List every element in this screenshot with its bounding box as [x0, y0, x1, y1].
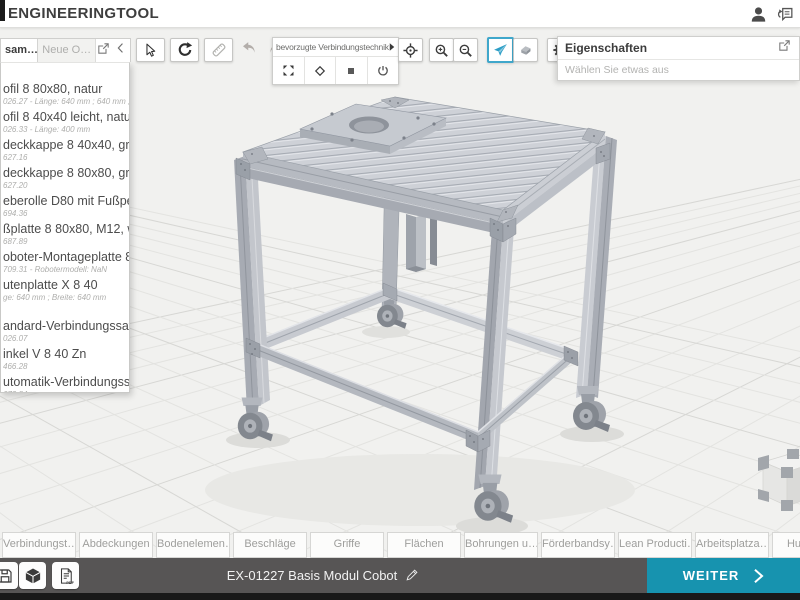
bottom-bar: PDF EX-01227 Basis Modul Cobot WEITER [0, 558, 800, 593]
parts-panel-tabs: sam… Neue O… [0, 38, 131, 62]
dropdown-caret-icon[interactable] [389, 38, 395, 56]
fly-mode-button[interactable] [487, 37, 514, 63]
connection-power-icon[interactable] [368, 57, 399, 84]
weiter-button[interactable]: WEITER [647, 558, 800, 593]
user-icon[interactable] [748, 4, 768, 24]
tab-assembly[interactable]: sam… [1, 39, 38, 62]
zoom-out-button[interactable] [453, 38, 478, 62]
tab-beschlaege[interactable]: Beschläge [233, 532, 307, 558]
popout-panel-icon[interactable] [96, 41, 111, 61]
center-view-button[interactable] [398, 38, 423, 62]
logo-fragment [0, 0, 5, 21]
undo-icon[interactable] [238, 38, 260, 62]
header: ENGINEERINGTOOL [0, 0, 800, 28]
list-item[interactable]: oboter-Montageplatte 8 2… 709.31 - Robot… [1, 250, 129, 274]
tab-foerderbandsysteme[interactable]: Förderbandsy… [541, 532, 615, 558]
tab-bohrungen[interactable]: Bohrungen u… [464, 532, 538, 558]
list-item[interactable]: eberolle D80 mit Fußped… 694.36 [1, 194, 129, 218]
connection-technique-panel: bevorzugte Verbindungstechnik [272, 37, 399, 85]
category-tabs: Verbindungst… Abdeckungen Bodenelemen… B… [0, 532, 800, 558]
properties-panel: Eigenschaften Wählen Sie etwas aus [557, 36, 800, 81]
app-title: ENGINEERINGTOOL [8, 0, 159, 27]
tab-griffe[interactable]: Griffe [310, 532, 384, 558]
connection-square-icon[interactable] [336, 57, 368, 84]
chevron-right-icon [753, 568, 764, 584]
connection-technique-label: bevorzugte Verbindungstechnik [276, 42, 389, 52]
popout-properties-icon[interactable] [777, 38, 792, 58]
list-item[interactable]: ofil 8 40x40 leicht, natur 026.33 - Läng… [1, 110, 129, 134]
connection-auto-icon[interactable] [273, 57, 305, 84]
tab-hub[interactable]: Hub- u… [772, 532, 800, 558]
window-bottom-edge [0, 593, 800, 600]
feedback-icon[interactable] [775, 4, 795, 24]
tab-lean-production[interactable]: Lean Producti… [618, 532, 692, 558]
select-tool-button[interactable] [136, 38, 165, 62]
list-item[interactable]: deckkappe 8 40x40, gra… 627.16 [1, 138, 129, 162]
tab-abdeckungen[interactable]: Abdeckungen [79, 532, 153, 558]
connection-diamond-icon[interactable] [305, 57, 337, 84]
list-group-gap [1, 306, 129, 319]
tab-new-group[interactable]: Neue O… [38, 39, 96, 62]
rotate-tool-button[interactable] [170, 38, 199, 62]
tab-arbeitsplatz[interactable]: Arbeitsplatza… [695, 532, 769, 558]
collapse-panel-icon[interactable] [114, 41, 128, 60]
tab-bodenelemente[interactable]: Bodenelemen… [156, 532, 230, 558]
eraser-button[interactable] [513, 38, 538, 62]
edit-project-name-icon[interactable] [405, 567, 420, 585]
list-item[interactable]: andard-Verbindungssatz … 026.07 [1, 319, 129, 343]
list-item[interactable]: ofil 8 80x80, natur 026.27 - Länge: 640 … [1, 82, 129, 106]
list-item[interactable]: deckkappe 8 80x80, gra… 627.20 [1, 166, 129, 190]
list-item[interactable]: inkel V 8 40 Zn 466.28 [1, 347, 129, 371]
project-name-area: EX-01227 Basis Modul Cobot [0, 558, 647, 593]
parts-list-panel: ofil 8 80x80, natur 026.27 - Länge: 640 … [0, 62, 130, 393]
list-item[interactable]: utenplatte X 8 40 ge: 640 mm ; Breite: 6… [1, 278, 129, 302]
view-toolbar [398, 38, 572, 62]
main-toolbar [136, 38, 287, 62]
properties-empty-hint: Wählen Sie etwas aus [558, 60, 799, 80]
list-item[interactable]: ßplatte 8 80x80, M12, w… 687.89 [1, 222, 129, 246]
properties-title: Eigenschaften [565, 41, 777, 55]
list-item[interactable]: utomatik-Verbindungssat… 672.84 [1, 375, 129, 393]
app-window: ENGINEERINGTOOL sam… Neue O… [0, 0, 800, 600]
tab-verbindungstechnik[interactable]: Verbindungst… [2, 532, 76, 558]
measure-tool-button[interactable] [204, 38, 233, 62]
tab-flaechen[interactable]: Flächen [387, 532, 461, 558]
zoom-in-button[interactable] [429, 38, 454, 62]
project-name: EX-01227 Basis Modul Cobot [227, 568, 398, 583]
